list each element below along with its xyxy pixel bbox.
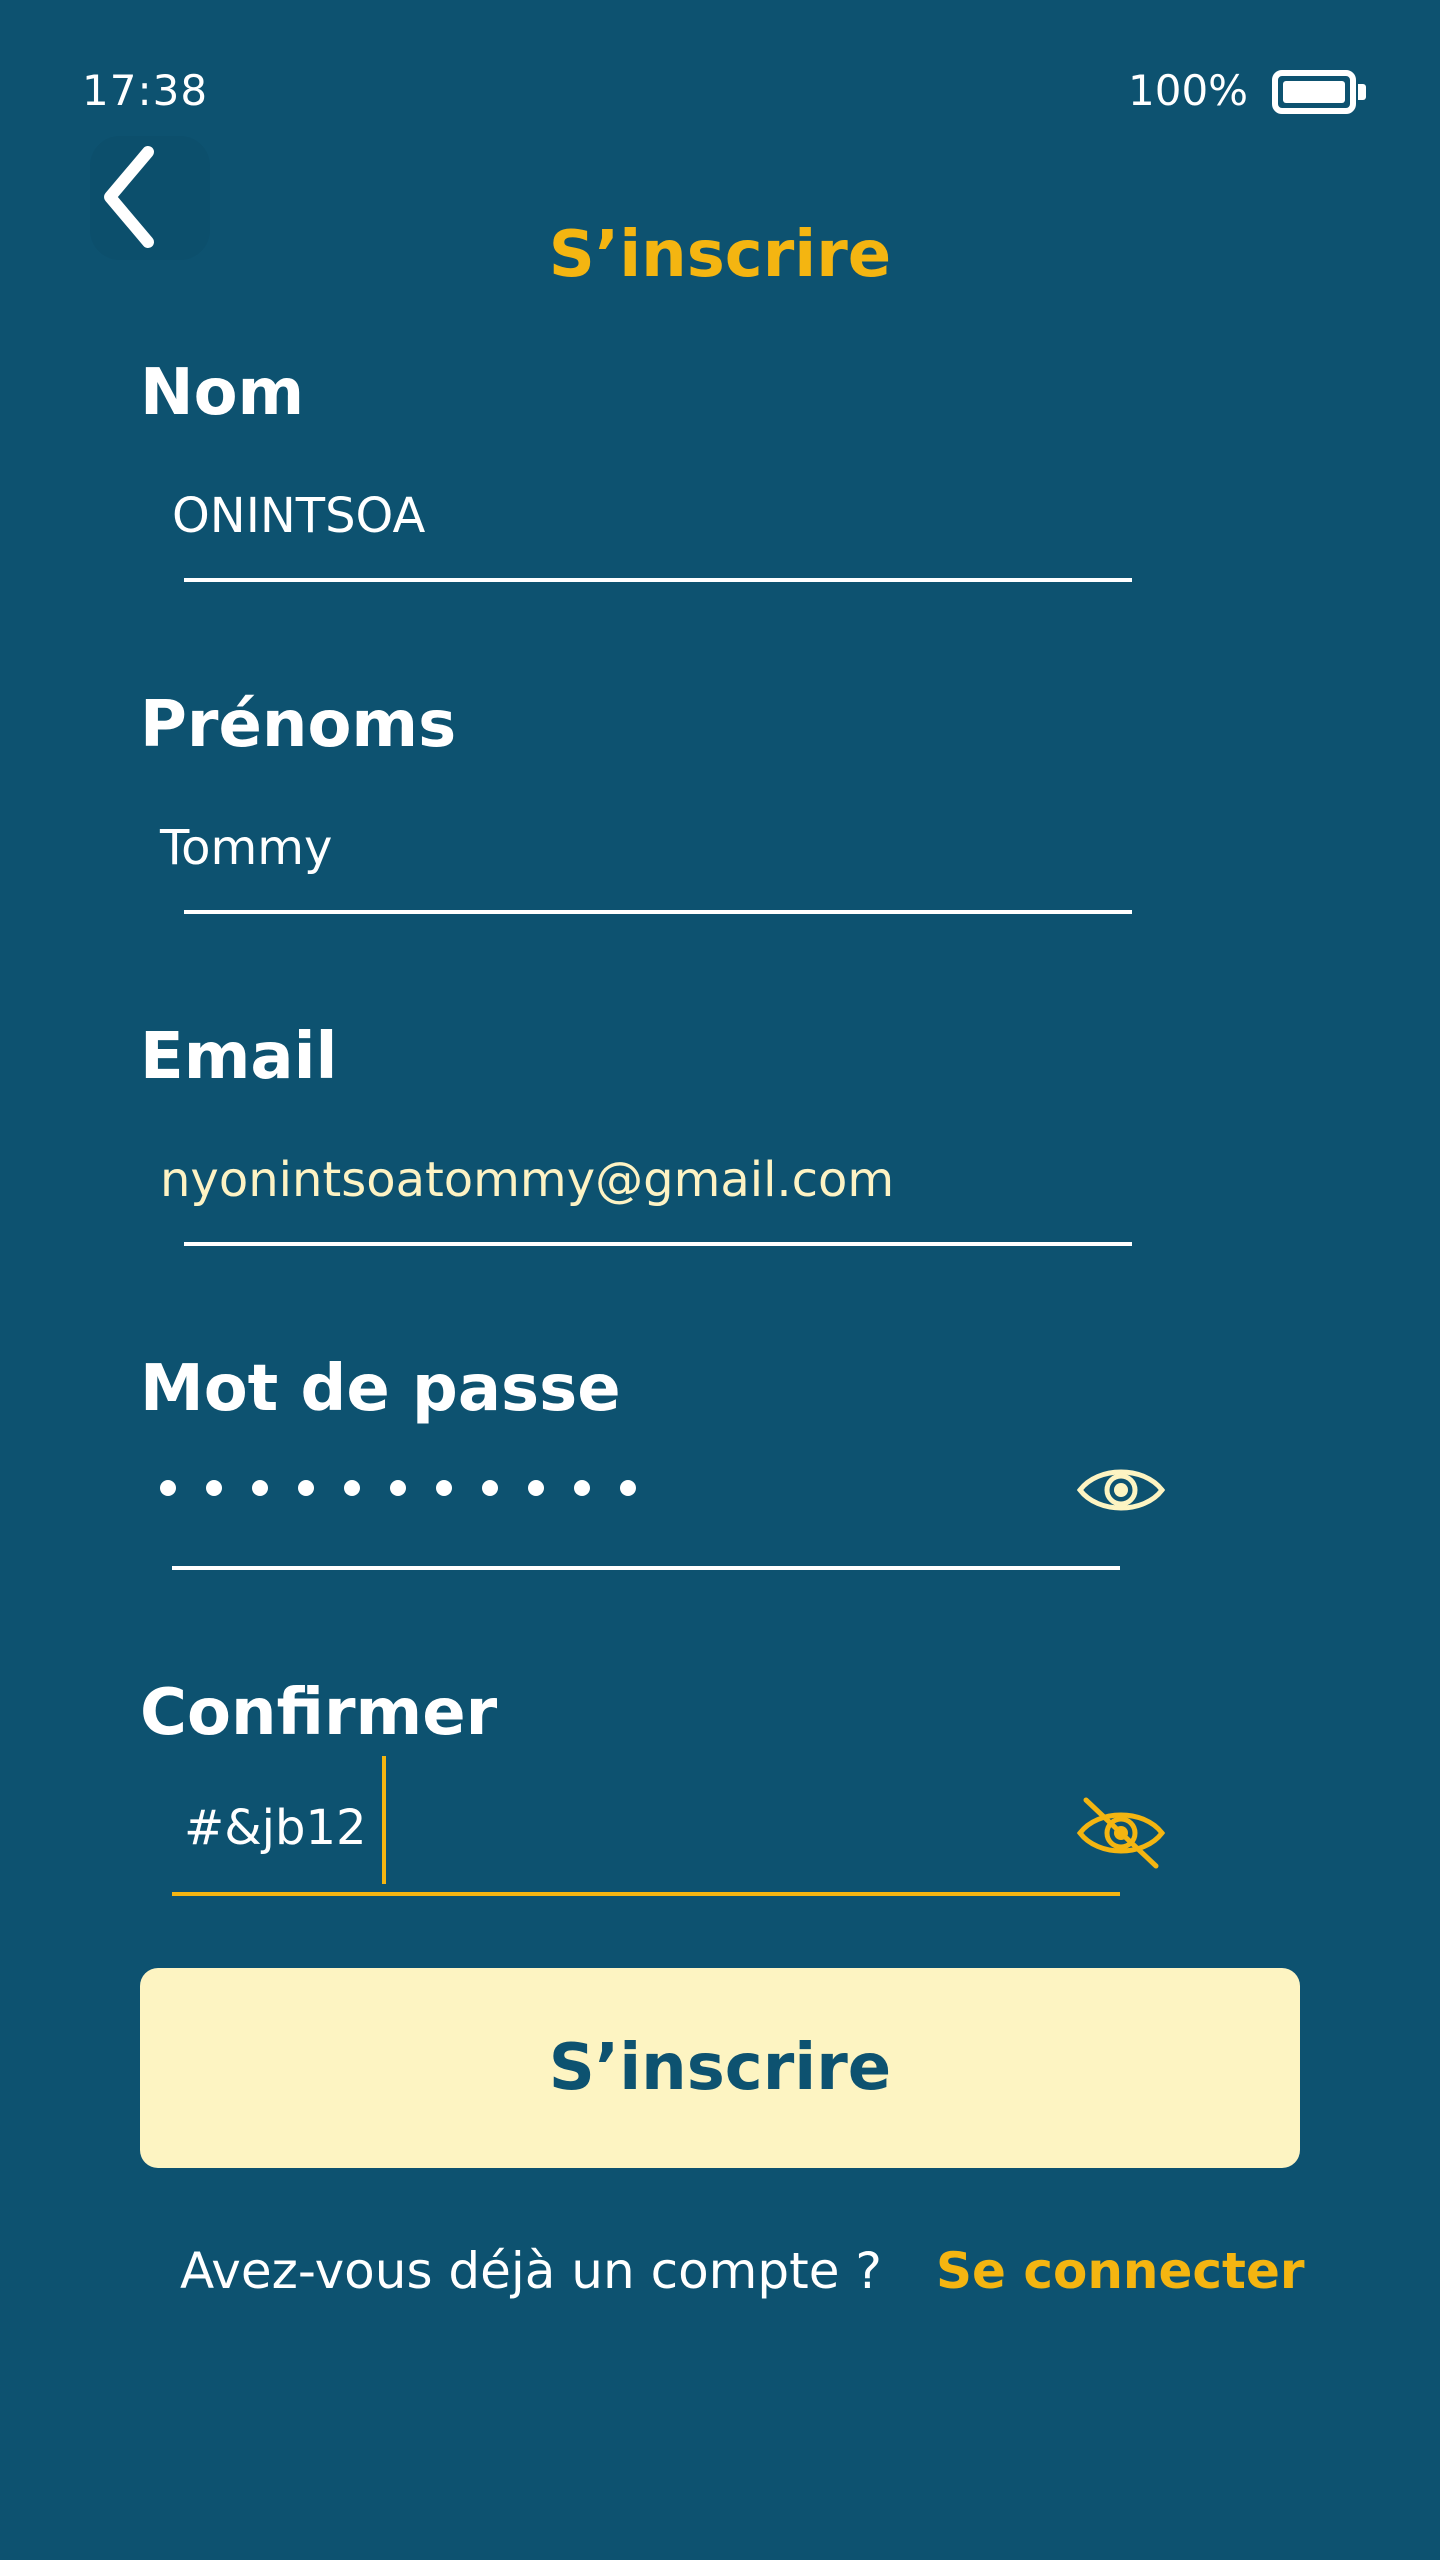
password-mask-dot — [482, 1480, 498, 1496]
password-mask-dot — [160, 1480, 176, 1496]
email-label: Email — [140, 1020, 338, 1094]
password-mask-dot — [252, 1480, 268, 1496]
prenoms-underline — [184, 910, 1132, 914]
battery-icon — [1272, 70, 1356, 114]
confirm-label: Confirmer — [140, 1676, 498, 1750]
password-mask-dot — [298, 1480, 314, 1496]
have-account-prompt: Avez-vous déjà un compte ? — [180, 2242, 882, 2300]
prenoms-input[interactable]: Tommy — [160, 820, 332, 876]
password-input[interactable] — [160, 1480, 636, 1496]
eye-off-icon[interactable] — [1076, 1796, 1166, 1870]
password-label: Mot de passe — [140, 1352, 621, 1426]
password-mask-dot — [436, 1480, 452, 1496]
email-input[interactable]: nyonintsoatommy@gmail.com — [160, 1152, 894, 1208]
signup-screen: 17:38 100% S’inscrire Nom ONINTSOA Préno… — [0, 0, 1440, 2560]
password-underline — [172, 1566, 1120, 1570]
confirm-underline — [172, 1892, 1120, 1896]
nom-input[interactable]: ONINTSOA — [172, 488, 425, 544]
nom-underline — [184, 578, 1132, 582]
password-mask-dot — [206, 1480, 222, 1496]
password-mask-dot — [620, 1480, 636, 1496]
prenoms-label: Prénoms — [140, 688, 457, 762]
email-underline — [184, 1242, 1132, 1246]
status-time: 17:38 — [82, 66, 209, 115]
password-mask-dot — [574, 1480, 590, 1496]
battery-tip — [1358, 84, 1366, 100]
password-mask-dot — [390, 1480, 406, 1496]
nom-label: Nom — [140, 356, 305, 430]
password-mask-dot — [344, 1480, 360, 1496]
battery-level-fill — [1283, 81, 1345, 103]
text-caret — [382, 1756, 386, 1884]
page-title: S’inscrire — [548, 218, 892, 292]
confirm-input[interactable]: #&jb12 — [184, 1800, 367, 1856]
eye-icon[interactable] — [1076, 1460, 1166, 1520]
password-mask-dot — [528, 1480, 544, 1496]
battery-percentage: 100% — [1128, 66, 1249, 115]
signup-button[interactable]: S’inscrire — [140, 1968, 1300, 2168]
login-link[interactable]: Se connecter — [936, 2242, 1305, 2300]
